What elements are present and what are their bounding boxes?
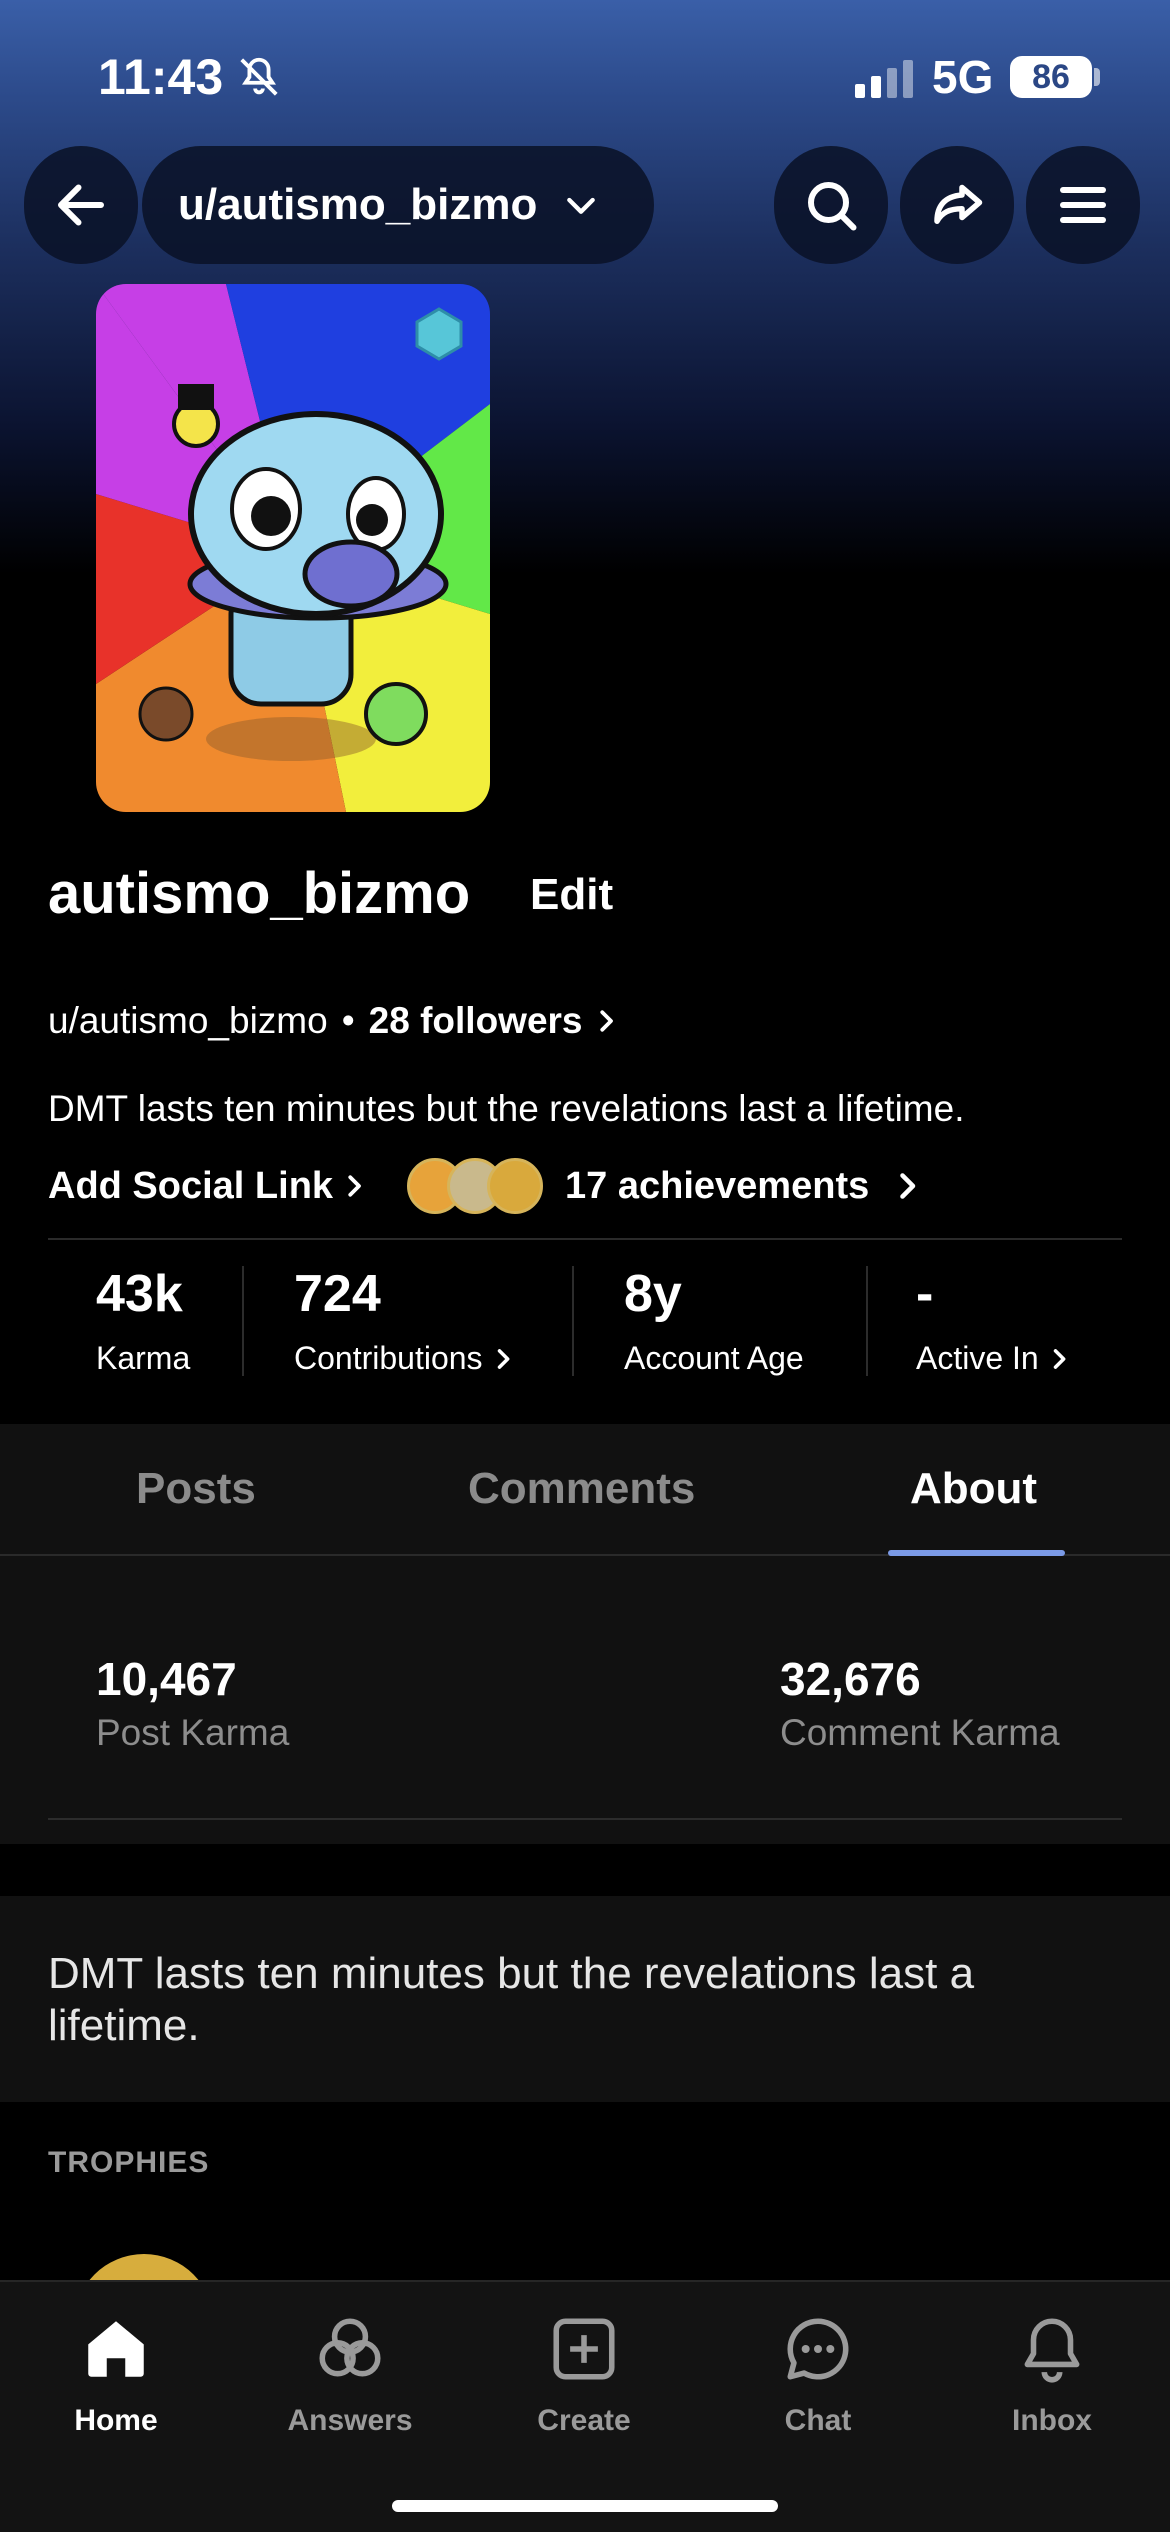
home-icon: [88, 2321, 144, 2377]
chevron-right-icon: [900, 1173, 916, 1199]
achievements-link[interactable]: 17 achievements: [565, 1165, 869, 1208]
battery-tip: [1094, 68, 1100, 86]
status-time: 11:43: [98, 49, 224, 105]
tab-posts[interactable]: Posts: [136, 1464, 256, 1514]
nav-home[interactable]: Home: [6, 2282, 226, 2532]
create-icon: [553, 2318, 615, 2380]
tab-comments[interactable]: Comments: [468, 1464, 695, 1514]
stat-label-row: Contributions: [294, 1340, 517, 1377]
stat-label: Account Age: [624, 1340, 804, 1376]
achievement-badges[interactable]: [407, 1158, 544, 1214]
stat-separator: [242, 1266, 244, 1376]
nav-chat[interactable]: Chat: [708, 2282, 928, 2532]
nav-answers[interactable]: Answers: [240, 2282, 460, 2532]
stat-label-row: Active In: [916, 1340, 1073, 1377]
chevron-right-icon: [348, 1175, 361, 1197]
stat-separator: [866, 1266, 868, 1376]
post-karma: 10,467 Post Karma: [96, 1652, 289, 1754]
stat-value: -: [916, 1265, 934, 1323]
add-social-link-button[interactable]: Add Social Link: [48, 1165, 333, 1208]
muted-bell-icon: [240, 57, 278, 96]
stat-account-age: 8y Account Age: [624, 1264, 804, 1377]
hamburger-menu-icon: [1060, 187, 1106, 223]
display-name: autismo_bizmo: [48, 861, 471, 926]
answers-icon: [319, 2318, 381, 2377]
signal-icon: [855, 60, 913, 98]
stat-label: Active In: [916, 1340, 1039, 1376]
stat-contributions[interactable]: 724 Contributions: [294, 1264, 517, 1377]
search-button[interactable]: [774, 146, 888, 264]
network-type: 5G: [932, 51, 994, 103]
stat-label: Karma: [96, 1340, 191, 1376]
followers-link[interactable]: 28 followers: [369, 1000, 583, 1042]
stat-value: 43k: [96, 1265, 183, 1323]
trophies-heading: TROPHIES: [48, 2146, 210, 2179]
stat-value: 8y: [624, 1265, 682, 1323]
edit-profile-button[interactable]: Edit: [530, 870, 613, 920]
stat-value: 724: [294, 1265, 381, 1323]
status-bar: 11:43 5G 86: [0, 0, 1170, 150]
stat-label: Contributions: [294, 1340, 483, 1376]
battery-indicator: 86: [1010, 56, 1092, 98]
stat-active-in[interactable]: - Active In: [916, 1264, 1073, 1377]
chat-icon: [787, 2318, 849, 2380]
chevron-right-icon: [1053, 1348, 1066, 1369]
nav-label: Create: [537, 2404, 631, 2437]
comment-karma-value: 32,676: [780, 1653, 921, 1705]
chevron-right-icon: [497, 1348, 509, 1369]
post-karma-label: Post Karma: [96, 1712, 290, 1753]
username-switcher[interactable]: u/autismo_bizmo: [142, 146, 654, 264]
separator-dot: •: [341, 1000, 355, 1041]
menu-button[interactable]: [1026, 146, 1140, 264]
back-arrow-icon: [58, 184, 104, 226]
tab-about[interactable]: About: [910, 1464, 1037, 1514]
divider: [48, 1818, 1122, 1820]
stat-separator: [572, 1266, 574, 1376]
comment-karma-label: Comment Karma: [780, 1712, 1060, 1753]
nav-label: Inbox: [1012, 2404, 1092, 2437]
achievement-badge-icon: [487, 1158, 544, 1214]
share-button[interactable]: [900, 146, 1014, 264]
comment-karma: 32,676 Comment Karma: [780, 1652, 1060, 1754]
avatar-card[interactable]: [96, 284, 490, 812]
stat-karma: 43k Karma: [96, 1264, 190, 1377]
nav-inbox[interactable]: Inbox: [942, 2282, 1162, 2532]
share-arrow-icon: [934, 184, 983, 224]
divider: [48, 1238, 1122, 1240]
bottom-navigation: Home Answers Create Chat Inbox: [0, 2280, 1170, 2532]
chevron-right-icon: [599, 1010, 613, 1032]
nav-label: Answers: [287, 2404, 413, 2437]
profile-tabs: Posts Comments About: [0, 1424, 1170, 1556]
chevron-down-icon: [567, 197, 596, 214]
username-pill-label: u/autismo_bizmo: [178, 180, 538, 229]
search-icon: [808, 182, 857, 231]
avatar-image: [96, 284, 490, 812]
social-achievements-row: Add Social Link 17 achievements: [48, 1154, 925, 1218]
nav-label: Chat: [784, 2404, 852, 2437]
inbox-icon: [1024, 2318, 1080, 2383]
post-karma-value: 10,467: [96, 1653, 237, 1705]
user-handle: u/autismo_bizmo: [48, 1000, 328, 1041]
profile-bio: DMT lasts ten minutes but the revelation…: [48, 1088, 965, 1129]
home-indicator: [392, 2500, 778, 2512]
nav-label: Home: [74, 2404, 158, 2437]
handle-row: u/autismo_bizmo • 28 followers: [48, 1000, 621, 1042]
back-button[interactable]: [24, 146, 138, 264]
about-bio: DMT lasts ten minutes but the revelation…: [48, 1949, 975, 2050]
nav-create[interactable]: Create: [474, 2282, 694, 2532]
